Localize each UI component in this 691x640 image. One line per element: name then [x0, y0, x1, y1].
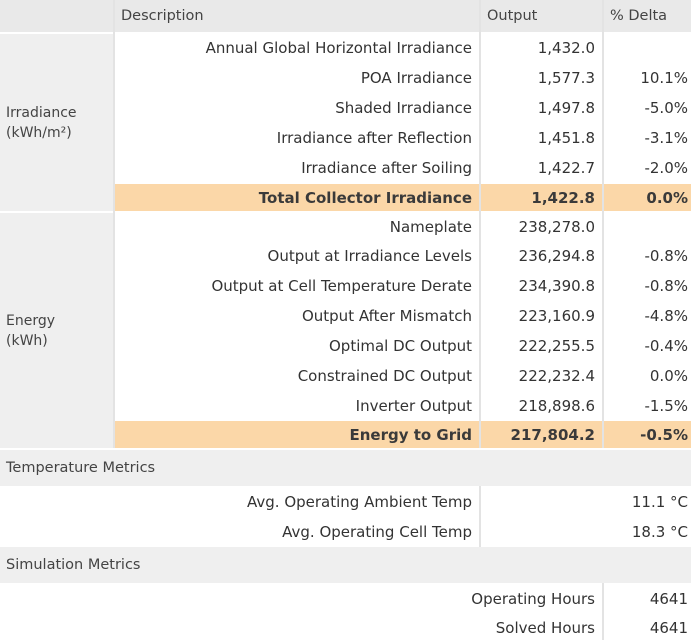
- irradiance-delta-poa: 10.1%: [604, 64, 691, 92]
- grid-divider: [602, 0, 604, 448]
- irradiance-label-reflection: Irradiance after Reflection: [115, 124, 479, 152]
- group-irradiance-unit: (kWh/m²): [6, 124, 72, 141]
- group-label-energy: Energy (kWh): [0, 213, 113, 448]
- energy-label-grid: Energy to Grid: [115, 421, 479, 448]
- energy-output-cell-temp: 234,390.8: [481, 272, 602, 300]
- irradiance-delta-shaded: -5.0%: [604, 94, 691, 122]
- simulation-value-operating-hours: 4641: [604, 585, 691, 613]
- irradiance-delta-soiling: -2.0%: [604, 154, 691, 182]
- energy-delta-grid: -0.5%: [604, 421, 691, 448]
- header-output: Output: [481, 0, 602, 32]
- energy-delta-irradiance-levels: -0.8%: [604, 242, 691, 270]
- irradiance-output-poa: 1,577.3: [481, 64, 602, 92]
- group-energy-unit: (kWh): [6, 332, 48, 349]
- energy-label-inverter: Inverter Output: [115, 392, 479, 419]
- irradiance-label-soiling: Irradiance after Soiling: [115, 154, 479, 182]
- grid-divider: [113, 0, 115, 448]
- energy-label-mismatch: Output After Mismatch: [115, 302, 479, 330]
- irradiance-output-reflection: 1,451.8: [481, 124, 602, 152]
- energy-output-grid: 217,804.2: [481, 421, 602, 448]
- temperature-label-ambient: Avg. Operating Ambient Temp: [0, 488, 479, 516]
- energy-label-irradiance-levels: Output at Irradiance Levels: [115, 242, 479, 270]
- header-empty-cell: [0, 0, 113, 32]
- irradiance-output-total: 1,422.8: [481, 184, 602, 211]
- irradiance-output-soiling: 1,422.7: [481, 154, 602, 182]
- energy-delta-inverter: -1.5%: [604, 392, 691, 419]
- energy-output-nameplate: 238,278.0: [481, 213, 602, 240]
- group-irradiance-title: Irradiance: [6, 104, 77, 121]
- grid-divider: [479, 0, 481, 448]
- grid-divider: [479, 486, 481, 547]
- simulation-label-operating-hours: Operating Hours: [0, 585, 602, 613]
- energy-label-optimal-dc: Optimal DC Output: [115, 332, 479, 360]
- irradiance-output-ghi: 1,432.0: [481, 34, 602, 62]
- energy-output-optimal-dc: 222,255.5: [481, 332, 602, 360]
- header-description: Description: [115, 0, 479, 32]
- group-label-irradiance: Irradiance (kWh/m²): [0, 34, 113, 211]
- loss-tree-table: Description Output % Delta Irradiance (kW…: [0, 0, 691, 640]
- energy-delta-optimal-dc: -0.4%: [604, 332, 691, 360]
- irradiance-output-shaded: 1,497.8: [481, 94, 602, 122]
- irradiance-label-poa: POA Irradiance: [115, 64, 479, 92]
- temperature-value-ambient: 11.1 °C: [481, 488, 691, 516]
- group-energy-title: Energy: [6, 312, 56, 329]
- energy-label-constrained-dc: Constrained DC Output: [115, 362, 479, 390]
- energy-output-constrained-dc: 222,232.4: [481, 362, 602, 390]
- irradiance-delta-reflection: -3.1%: [604, 124, 691, 152]
- temperature-label-cell: Avg. Operating Cell Temp: [0, 518, 479, 545]
- temperature-metrics-title: Temperature Metrics: [0, 450, 691, 486]
- energy-delta-nameplate: [604, 213, 691, 240]
- energy-output-mismatch: 223,160.9: [481, 302, 602, 330]
- energy-delta-mismatch: -4.8%: [604, 302, 691, 330]
- irradiance-label-shaded: Shaded Irradiance: [115, 94, 479, 122]
- energy-output-irradiance-levels: 236,294.8: [481, 242, 602, 270]
- grid-divider: [602, 583, 604, 640]
- irradiance-delta-total: 0.0%: [604, 184, 691, 211]
- irradiance-label-total: Total Collector Irradiance: [115, 184, 479, 211]
- simulation-metrics-title: Simulation Metrics: [0, 547, 691, 583]
- energy-output-inverter: 218,898.6: [481, 392, 602, 419]
- header-delta: % Delta: [604, 0, 691, 32]
- energy-label-cell-temp: Output at Cell Temperature Derate: [115, 272, 479, 300]
- irradiance-delta-ghi: [604, 34, 691, 62]
- irradiance-label-ghi: Annual Global Horizontal Irradiance: [115, 34, 479, 62]
- temperature-value-cell: 18.3 °C: [481, 518, 691, 545]
- energy-delta-cell-temp: -0.8%: [604, 272, 691, 300]
- energy-delta-constrained-dc: 0.0%: [604, 362, 691, 390]
- simulation-value-solved-hours: 4641: [604, 615, 691, 640]
- simulation-label-solved-hours: Solved Hours: [0, 615, 602, 640]
- energy-label-nameplate: Nameplate: [115, 213, 479, 240]
